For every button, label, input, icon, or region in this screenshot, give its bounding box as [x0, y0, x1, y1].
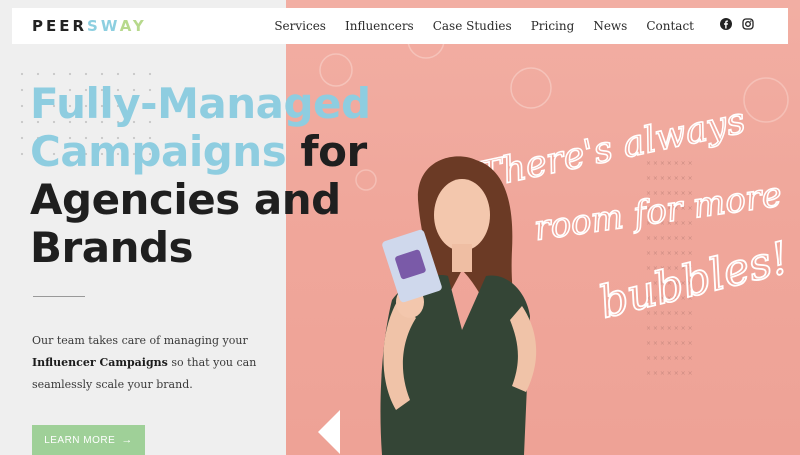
headline-blue-2: Campaigns: [30, 127, 287, 176]
neon-line-3: bubbles!: [594, 232, 794, 328]
svg-text:× × × × × × ×: × × × × × × ×: [646, 340, 693, 347]
nav-pricing[interactable]: Pricing: [531, 19, 575, 33]
nav-case-studies[interactable]: Case Studies: [433, 19, 512, 33]
headline-dark-3: Brands: [30, 223, 194, 272]
headline-dark-1: for: [286, 127, 367, 176]
brand-logo[interactable]: PEERSWAY: [32, 17, 147, 35]
logo-text-blue: SW: [87, 17, 120, 35]
facebook-icon[interactable]: [720, 17, 732, 35]
hero-divider: [33, 296, 85, 297]
headline-dark-2: Agencies and: [30, 175, 341, 224]
desc-bold: Influencer Campaigns: [32, 356, 168, 369]
nav-services[interactable]: Services: [274, 19, 326, 33]
slider-prev-arrow-icon[interactable]: [318, 410, 340, 454]
arrow-right-icon: →: [121, 434, 133, 446]
main-nav: Services Influencers Case Studies Pricin…: [255, 8, 754, 44]
learn-more-button[interactable]: LEARN MORE →: [32, 425, 145, 455]
hero-headline: Fully-Managed Campaigns for Agencies and…: [30, 80, 410, 272]
svg-text:× × × × × × ×: × × × × × × ×: [646, 325, 693, 332]
svg-text:× × × × × × ×: × × × × × × ×: [646, 235, 693, 242]
social-links: [710, 17, 754, 35]
neon-line-1: There's always: [475, 100, 749, 196]
svg-text:× × × × × × ×: × × × × × × ×: [646, 355, 693, 362]
logo-text-dark: PEER: [32, 17, 88, 35]
instagram-icon[interactable]: [742, 17, 754, 35]
nav-news[interactable]: News: [593, 19, 627, 33]
site-header: PEERSWAY Services Influencers Case Studi…: [12, 8, 788, 44]
desc-text-1: Our team takes care of managing your: [32, 334, 248, 347]
learn-more-label: LEARN MORE: [44, 434, 116, 446]
nav-contact[interactable]: Contact: [646, 19, 694, 33]
svg-text:× × × × × × ×: × × × × × × ×: [646, 160, 693, 167]
svg-text:× × × × × × ×: × × × × × × ×: [646, 175, 693, 182]
svg-text:× × × × × × ×: × × × × × × ×: [646, 370, 693, 377]
logo-text-green: AY: [119, 17, 147, 35]
nav-influencers[interactable]: Influencers: [345, 19, 414, 33]
headline-blue-1: Fully-Managed: [30, 79, 371, 128]
hero-description: Our team takes care of managing your Inf…: [32, 330, 272, 396]
